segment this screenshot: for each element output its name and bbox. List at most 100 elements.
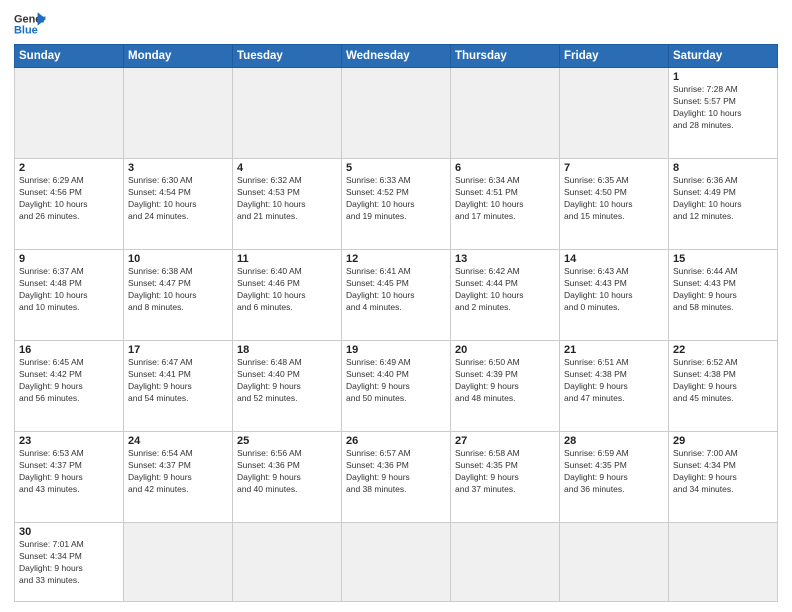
day-info: Sunrise: 6:57 AM Sunset: 4:36 PM Dayligh…	[346, 448, 446, 496]
day-cell	[124, 523, 233, 602]
day-cell: 30Sunrise: 7:01 AM Sunset: 4:34 PM Dayli…	[15, 523, 124, 602]
day-info: Sunrise: 6:35 AM Sunset: 4:50 PM Dayligh…	[564, 175, 664, 223]
day-cell: 11Sunrise: 6:40 AM Sunset: 4:46 PM Dayli…	[233, 250, 342, 341]
day-number: 23	[19, 435, 119, 447]
day-cell: 8Sunrise: 6:36 AM Sunset: 4:49 PM Daylig…	[669, 159, 778, 250]
day-info: Sunrise: 7:00 AM Sunset: 4:34 PM Dayligh…	[673, 448, 773, 496]
col-header-wednesday: Wednesday	[342, 45, 451, 68]
day-info: Sunrise: 6:37 AM Sunset: 4:48 PM Dayligh…	[19, 266, 119, 314]
day-number: 21	[564, 344, 664, 356]
generalblue-logo-icon: General Blue	[14, 10, 46, 38]
day-cell: 22Sunrise: 6:52 AM Sunset: 4:38 PM Dayli…	[669, 341, 778, 432]
day-info: Sunrise: 6:56 AM Sunset: 4:36 PM Dayligh…	[237, 448, 337, 496]
day-number: 7	[564, 162, 664, 174]
day-number: 17	[128, 344, 228, 356]
day-info: Sunrise: 6:36 AM Sunset: 4:49 PM Dayligh…	[673, 175, 773, 223]
page: General Blue SundayMondayTuesdayWednesda…	[0, 0, 792, 612]
day-info: Sunrise: 6:40 AM Sunset: 4:46 PM Dayligh…	[237, 266, 337, 314]
day-number: 29	[673, 435, 773, 447]
day-info: Sunrise: 6:33 AM Sunset: 4:52 PM Dayligh…	[346, 175, 446, 223]
day-info: Sunrise: 6:51 AM Sunset: 4:38 PM Dayligh…	[564, 357, 664, 405]
day-info: Sunrise: 6:30 AM Sunset: 4:54 PM Dayligh…	[128, 175, 228, 223]
day-cell: 9Sunrise: 6:37 AM Sunset: 4:48 PM Daylig…	[15, 250, 124, 341]
day-cell: 28Sunrise: 6:59 AM Sunset: 4:35 PM Dayli…	[560, 432, 669, 523]
day-cell: 27Sunrise: 6:58 AM Sunset: 4:35 PM Dayli…	[451, 432, 560, 523]
day-number: 27	[455, 435, 555, 447]
col-header-thursday: Thursday	[451, 45, 560, 68]
day-info: Sunrise: 6:29 AM Sunset: 4:56 PM Dayligh…	[19, 175, 119, 223]
week-row-5: 23Sunrise: 6:53 AM Sunset: 4:37 PM Dayli…	[15, 432, 778, 523]
day-number: 24	[128, 435, 228, 447]
day-info: Sunrise: 6:49 AM Sunset: 4:40 PM Dayligh…	[346, 357, 446, 405]
col-header-tuesday: Tuesday	[233, 45, 342, 68]
day-info: Sunrise: 6:50 AM Sunset: 4:39 PM Dayligh…	[455, 357, 555, 405]
day-cell: 24Sunrise: 6:54 AM Sunset: 4:37 PM Dayli…	[124, 432, 233, 523]
day-info: Sunrise: 6:38 AM Sunset: 4:47 PM Dayligh…	[128, 266, 228, 314]
day-number: 11	[237, 253, 337, 265]
day-number: 5	[346, 162, 446, 174]
day-number: 3	[128, 162, 228, 174]
day-cell: 7Sunrise: 6:35 AM Sunset: 4:50 PM Daylig…	[560, 159, 669, 250]
day-cell	[15, 68, 124, 159]
day-info: Sunrise: 6:32 AM Sunset: 4:53 PM Dayligh…	[237, 175, 337, 223]
day-info: Sunrise: 7:01 AM Sunset: 4:34 PM Dayligh…	[19, 539, 119, 587]
day-info: Sunrise: 7:28 AM Sunset: 5:57 PM Dayligh…	[673, 84, 773, 132]
day-number: 10	[128, 253, 228, 265]
day-number: 20	[455, 344, 555, 356]
day-cell: 21Sunrise: 6:51 AM Sunset: 4:38 PM Dayli…	[560, 341, 669, 432]
day-cell	[233, 68, 342, 159]
day-info: Sunrise: 6:59 AM Sunset: 4:35 PM Dayligh…	[564, 448, 664, 496]
day-cell: 14Sunrise: 6:43 AM Sunset: 4:43 PM Dayli…	[560, 250, 669, 341]
day-number: 28	[564, 435, 664, 447]
day-info: Sunrise: 6:44 AM Sunset: 4:43 PM Dayligh…	[673, 266, 773, 314]
day-cell: 15Sunrise: 6:44 AM Sunset: 4:43 PM Dayli…	[669, 250, 778, 341]
day-cell	[233, 523, 342, 602]
day-cell: 17Sunrise: 6:47 AM Sunset: 4:41 PM Dayli…	[124, 341, 233, 432]
day-info: Sunrise: 6:47 AM Sunset: 4:41 PM Dayligh…	[128, 357, 228, 405]
day-info: Sunrise: 6:48 AM Sunset: 4:40 PM Dayligh…	[237, 357, 337, 405]
day-number: 12	[346, 253, 446, 265]
day-number: 8	[673, 162, 773, 174]
day-info: Sunrise: 6:34 AM Sunset: 4:51 PM Dayligh…	[455, 175, 555, 223]
day-number: 6	[455, 162, 555, 174]
col-header-sunday: Sunday	[15, 45, 124, 68]
col-header-friday: Friday	[560, 45, 669, 68]
week-row-2: 2Sunrise: 6:29 AM Sunset: 4:56 PM Daylig…	[15, 159, 778, 250]
svg-text:Blue: Blue	[14, 24, 38, 36]
day-info: Sunrise: 6:42 AM Sunset: 4:44 PM Dayligh…	[455, 266, 555, 314]
day-cell: 25Sunrise: 6:56 AM Sunset: 4:36 PM Dayli…	[233, 432, 342, 523]
day-cell	[451, 523, 560, 602]
day-cell: 26Sunrise: 6:57 AM Sunset: 4:36 PM Dayli…	[342, 432, 451, 523]
day-cell: 29Sunrise: 7:00 AM Sunset: 4:34 PM Dayli…	[669, 432, 778, 523]
day-number: 1	[673, 71, 773, 83]
day-cell	[342, 68, 451, 159]
col-header-monday: Monday	[124, 45, 233, 68]
day-number: 18	[237, 344, 337, 356]
day-number: 2	[19, 162, 119, 174]
day-info: Sunrise: 6:53 AM Sunset: 4:37 PM Dayligh…	[19, 448, 119, 496]
week-row-4: 16Sunrise: 6:45 AM Sunset: 4:42 PM Dayli…	[15, 341, 778, 432]
day-cell: 12Sunrise: 6:41 AM Sunset: 4:45 PM Dayli…	[342, 250, 451, 341]
day-cell	[560, 68, 669, 159]
day-cell: 20Sunrise: 6:50 AM Sunset: 4:39 PM Dayli…	[451, 341, 560, 432]
day-cell: 23Sunrise: 6:53 AM Sunset: 4:37 PM Dayli…	[15, 432, 124, 523]
day-info: Sunrise: 6:52 AM Sunset: 4:38 PM Dayligh…	[673, 357, 773, 405]
day-number: 13	[455, 253, 555, 265]
calendar-header-row: SundayMondayTuesdayWednesdayThursdayFrid…	[15, 45, 778, 68]
week-row-3: 9Sunrise: 6:37 AM Sunset: 4:48 PM Daylig…	[15, 250, 778, 341]
day-number: 15	[673, 253, 773, 265]
day-info: Sunrise: 6:41 AM Sunset: 4:45 PM Dayligh…	[346, 266, 446, 314]
week-row-6: 30Sunrise: 7:01 AM Sunset: 4:34 PM Dayli…	[15, 523, 778, 602]
day-info: Sunrise: 6:43 AM Sunset: 4:43 PM Dayligh…	[564, 266, 664, 314]
day-number: 4	[237, 162, 337, 174]
day-number: 30	[19, 526, 119, 538]
day-info: Sunrise: 6:54 AM Sunset: 4:37 PM Dayligh…	[128, 448, 228, 496]
day-number: 26	[346, 435, 446, 447]
day-info: Sunrise: 6:58 AM Sunset: 4:35 PM Dayligh…	[455, 448, 555, 496]
day-number: 9	[19, 253, 119, 265]
day-number: 14	[564, 253, 664, 265]
day-cell	[342, 523, 451, 602]
day-cell: 2Sunrise: 6:29 AM Sunset: 4:56 PM Daylig…	[15, 159, 124, 250]
day-cell: 19Sunrise: 6:49 AM Sunset: 4:40 PM Dayli…	[342, 341, 451, 432]
col-header-saturday: Saturday	[669, 45, 778, 68]
